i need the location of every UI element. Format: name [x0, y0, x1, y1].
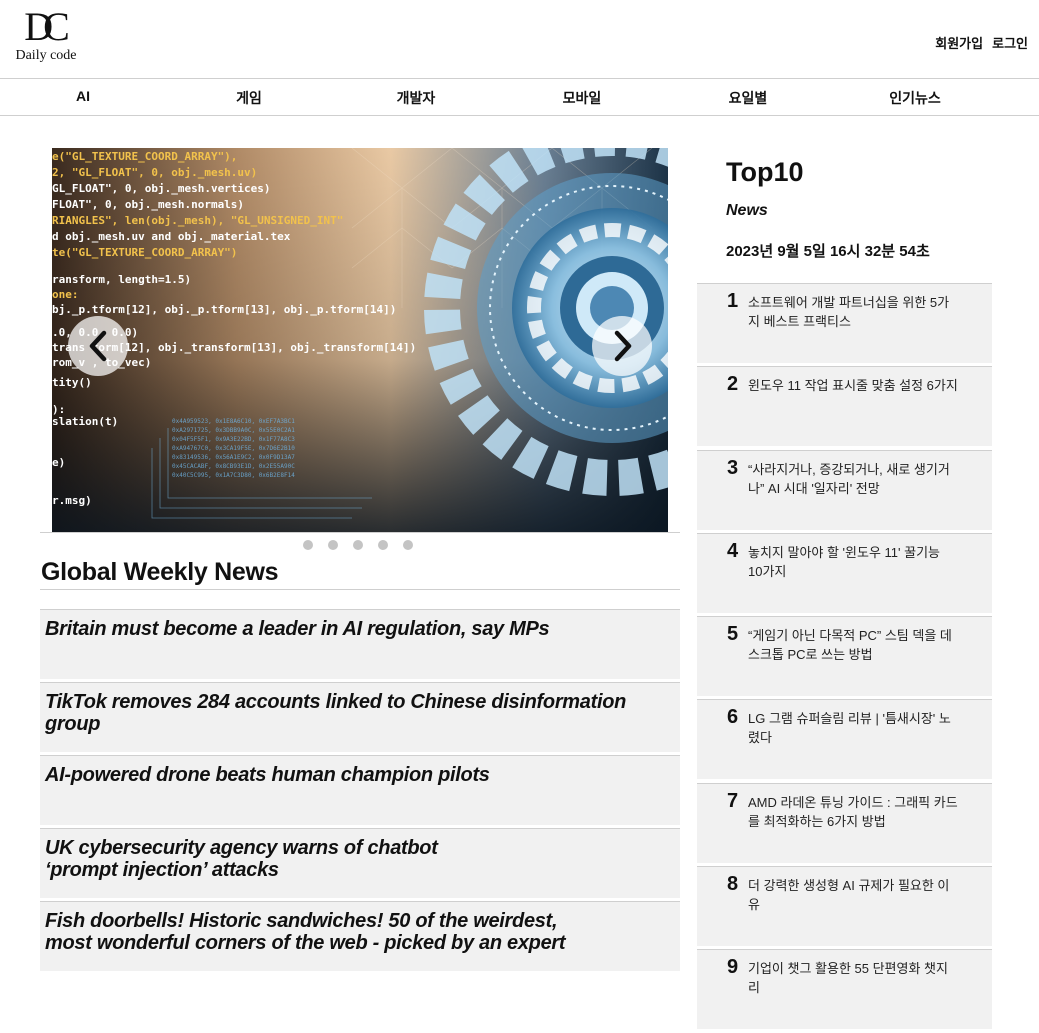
- carousel-next-button[interactable]: [592, 316, 652, 376]
- svg-text:0xA2971725, 0x3DBB9A0C, 0x55E0: 0xA2971725, 0x3DBB9A0C, 0x55E0C2A1: [172, 427, 295, 434]
- top10-title: Top10: [726, 157, 804, 187]
- top10-item[interactable]: 6 LG 그램 슈퍼슬림 리뷰 | '틈새시장' 노렸다: [697, 699, 992, 780]
- carousel-dot[interactable]: [378, 540, 388, 550]
- logo-mark: DC: [24, 4, 70, 49]
- svg-text:e): e): [52, 456, 65, 469]
- news-headline: UK cybersecurity agency warns of chatbot…: [45, 837, 438, 881]
- svg-text:0x45CACABF, 0x8CB93E1D, 0x2E55: 0x45CACABF, 0x8CB93E1D, 0x2E55A90C: [172, 463, 295, 470]
- carousel-divider: [40, 532, 680, 533]
- top10-rank: 8: [727, 873, 739, 896]
- news-headline: AI-powered drone beats human champion pi…: [45, 764, 490, 786]
- svg-text:tity(): tity(): [52, 376, 92, 389]
- top10-subtitle: News: [726, 202, 768, 219]
- nav-item-developer[interactable]: 개발자: [356, 88, 476, 108]
- nav-item-ai[interactable]: AI: [23, 88, 143, 104]
- top10-headline: “게임기 아닌 다목적 PC” 스팀 덱을 데스크톱 PC로 쓰는 방법: [748, 628, 952, 663]
- top10-headline: 기업이 챗그 활용한 55 단편영화 챗지리: [748, 961, 948, 996]
- top10-headline: 소프트웨어 개발 파트너십을 위한 5가지 베스트 프랙티스: [748, 295, 950, 329]
- svg-text:0xA94767C0, 0x3CA19F5E, 0x7D6E: 0xA94767C0, 0x3CA19F5E, 0x7D6E2B10: [172, 445, 295, 452]
- nav-item-mobile[interactable]: 모바일: [522, 88, 642, 108]
- svg-text:0x40C5C995, 0x1A7C3D80, 0x6B2E: 0x40C5C995, 0x1A7C3D80, 0x6B2E8F14: [172, 472, 295, 479]
- chevron-right-icon: [614, 330, 632, 362]
- svg-text:one:: one:: [52, 288, 79, 301]
- chevron-left-icon: [89, 330, 107, 362]
- carousel-indicators: [303, 540, 413, 550]
- top10-list: 1 소프트웨어 개발 파트너십을 위한 5가지 베스트 프랙티스 2 윈도우 1…: [697, 283, 992, 1033]
- top10-headline: LG 그램 슈퍼슬림 리뷰 | '틈새시장' 노렸다: [748, 711, 951, 746]
- top10-item[interactable]: 5 “게임기 아닌 다목적 PC” 스팀 덱을 데스크톱 PC로 쓰는 방법: [697, 616, 992, 697]
- svg-text:bj._p.tform[12], obj._p.tform[: bj._p.tform[12], obj._p.tform[13], obj._…: [52, 303, 396, 316]
- auth-links: 회원가입 로그인: [935, 33, 1028, 52]
- svg-text:d obj._mesh.uv and obj._materi: d obj._mesh.uv and obj._material.tex: [52, 230, 291, 243]
- svg-text:slation(t): slation(t): [52, 415, 118, 428]
- global-news-list: Britain must become a leader in AI regul…: [40, 609, 680, 974]
- top10-item[interactable]: 1 소프트웨어 개발 파트너십을 위한 5가지 베스트 프랙티스: [697, 283, 992, 363]
- top10-item[interactable]: 3 “사라지거나, 증강되거나, 새로 생기거나” AI 시대 '일자리' 전망: [697, 449, 992, 530]
- svg-text:0x83149536, 0x56A1E9C2, 0x0F9D: 0x83149536, 0x56A1E9C2, 0x0F9D13A7: [172, 454, 295, 461]
- news-item[interactable]: UK cybersecurity agency warns of chatbot…: [40, 828, 680, 898]
- top10-headline: “사라지거나, 증강되거나, 새로 생기거나” AI 시대 '일자리' 전망: [748, 461, 950, 496]
- site-logo[interactable]: DC Daily code: [10, 6, 82, 68]
- top10-rank: 5: [727, 623, 739, 646]
- logo-text: Daily code: [15, 48, 77, 63]
- top10-rank: 2: [727, 373, 739, 396]
- carousel-prev-button[interactable]: [68, 316, 128, 376]
- svg-text:r.msg): r.msg): [52, 494, 92, 507]
- site-header: DC Daily code 회원가입 로그인: [0, 0, 1039, 79]
- top10-item[interactable]: 4 놓치지 말아야 할 '윈도우 11' 꿀기능 10가지: [697, 532, 992, 613]
- top10-date: 2023년 9월 5일 16시 32분 54초: [726, 243, 930, 260]
- svg-text:0x4A959523, 0x1E8A6C10, 0xEF7A: 0x4A959523, 0x1E8A6C10, 0xEF7A3BC1: [172, 418, 295, 425]
- news-headline: Fish doorbells! Historic sandwiches! 50 …: [45, 910, 566, 954]
- hero-image: e("GL_TEXTURE_COORD_ARRAY"), 2, "GL_FLOA…: [52, 148, 668, 532]
- login-link[interactable]: 로그인: [992, 33, 1028, 52]
- svg-text:2, "GL_FLOAT", 0, obj._mesh.uv: 2, "GL_FLOAT", 0, obj._mesh.uv): [52, 166, 257, 179]
- top10-rank: 1: [727, 290, 739, 312]
- nav-item-weekday[interactable]: 요일별: [688, 88, 808, 108]
- svg-text:te("GL_TEXTURE_COORD_ARRAY"): te("GL_TEXTURE_COORD_ARRAY"): [52, 246, 237, 259]
- carousel-dot[interactable]: [303, 540, 313, 550]
- svg-text:GL_FLOAT", 0, obj._mesh.vertic: GL_FLOAT", 0, obj._mesh.vertices): [52, 182, 271, 195]
- svg-text:FLOAT", 0, obj._mesh.normals): FLOAT", 0, obj._mesh.normals): [52, 198, 244, 211]
- news-headline: TikTok removes 284 accounts linked to Ch…: [45, 691, 627, 735]
- svg-text:e("GL_TEXTURE_COORD_ARRAY"),: e("GL_TEXTURE_COORD_ARRAY"),: [52, 150, 237, 163]
- svg-text:RIANGLES", len(obj._mesh), "GL: RIANGLES", len(obj._mesh), "GL_UNSIGNED_…: [52, 214, 343, 227]
- news-item[interactable]: AI-powered drone beats human champion pi…: [40, 755, 680, 825]
- news-headline: Britain must become a leader in AI regul…: [45, 618, 550, 640]
- global-news-title: Global Weekly News: [41, 558, 279, 586]
- top10-headline: 놓치지 말아야 할 '윈도우 11' 꿀기능 10가지: [748, 544, 940, 579]
- top10-item[interactable]: 2 윈도우 11 작업 표시줄 맞춤 설정 6가지: [697, 366, 992, 447]
- carousel-dot[interactable]: [403, 540, 413, 550]
- top10-rank: 9: [727, 956, 739, 979]
- top10-item[interactable]: 9 기업이 챗그 활용한 55 단편영화 챗지리: [697, 949, 992, 1030]
- global-news-divider: [40, 589, 680, 590]
- top10-rank: 7: [727, 789, 739, 812]
- top10-headline: 윈도우 11 작업 표시줄 맞춤 설정 6가지: [748, 378, 958, 394]
- nav-item-game[interactable]: 게임: [189, 88, 309, 108]
- signup-link[interactable]: 회원가입: [935, 33, 983, 52]
- top10-headline: AMD 라데온 튜닝 가이드 : 그래픽 카드를 최적화하는 6가지 방법: [748, 794, 958, 829]
- svg-text:ransform, length=1.5): ransform, length=1.5): [52, 273, 191, 286]
- nav-item-popular-news[interactable]: 인기뉴스: [855, 88, 975, 108]
- carousel-dot[interactable]: [328, 540, 338, 550]
- top10-rank: 3: [727, 456, 739, 479]
- news-item[interactable]: Britain must become a leader in AI regul…: [40, 609, 680, 679]
- top10-headline: 더 강력한 생성형 AI 규제가 필요한 이유: [748, 878, 950, 913]
- news-item[interactable]: TikTok removes 284 accounts linked to Ch…: [40, 682, 680, 752]
- carousel-dot[interactable]: [353, 540, 363, 550]
- hero-carousel[interactable]: e("GL_TEXTURE_COORD_ARRAY"), 2, "GL_FLOA…: [52, 148, 668, 532]
- svg-text:0x04F5F5F1, 0x9A3E22BD, 0x1F77: 0x04F5F5F1, 0x9A3E22BD, 0x1F77A8C3: [172, 436, 295, 443]
- news-item[interactable]: Fish doorbells! Historic sandwiches! 50 …: [40, 901, 680, 971]
- top10-item[interactable]: 8 더 강력한 생성형 AI 규제가 필요한 이유: [697, 866, 992, 947]
- top10-rank: 4: [727, 539, 739, 562]
- main-nav: AI 게임 개발자 모바일 요일별 인기뉴스: [0, 79, 1039, 116]
- top10-rank: 6: [727, 706, 739, 729]
- top10-item[interactable]: 7 AMD 라데온 튜닝 가이드 : 그래픽 카드를 최적화하는 6가지 방법: [697, 782, 992, 863]
